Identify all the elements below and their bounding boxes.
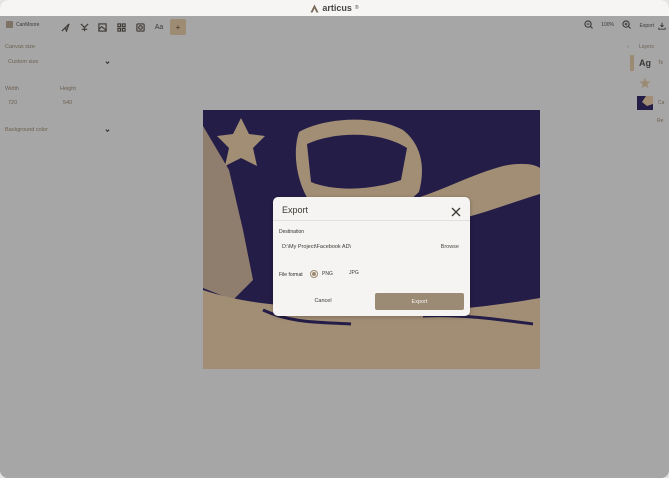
export-button[interactable]: Export [375, 293, 464, 310]
dialog-divider [273, 220, 470, 221]
destination-path[interactable]: D:\My Project\Facebook AD\ [282, 244, 351, 250]
app-window: articus ® CanMoore Aa + 100% Export Canv… [0, 0, 669, 478]
destination-field[interactable]: D:\My Project\Facebook AD\ Browse [279, 241, 465, 253]
format-jpg-label: JPG [349, 270, 359, 276]
close-icon[interactable] [451, 204, 461, 217]
format-png-label: PNG [322, 271, 333, 277]
app-logo: articus ® [310, 3, 359, 13]
format-jpg-radio[interactable]: JPG [349, 270, 359, 276]
destination-label: Destination [279, 229, 305, 235]
registered-mark: ® [354, 5, 359, 11]
title-bar: articus ® [0, 0, 669, 16]
cancel-button[interactable]: Cancel [282, 293, 364, 309]
export-dialog: Export Destination D:\My Project\Faceboo… [273, 197, 470, 316]
radio-selected-icon [310, 270, 318, 278]
articus-logo-icon [310, 3, 319, 13]
app-name: articus [322, 3, 352, 13]
file-format-label: File format [279, 272, 303, 278]
browse-button[interactable]: Browse [441, 244, 459, 250]
format-png-radio[interactable]: PNG [310, 270, 333, 278]
export-dialog-title: Export [282, 205, 309, 215]
workspace: CanMoore Aa + 100% Export Canvas size Cu… [0, 16, 669, 478]
